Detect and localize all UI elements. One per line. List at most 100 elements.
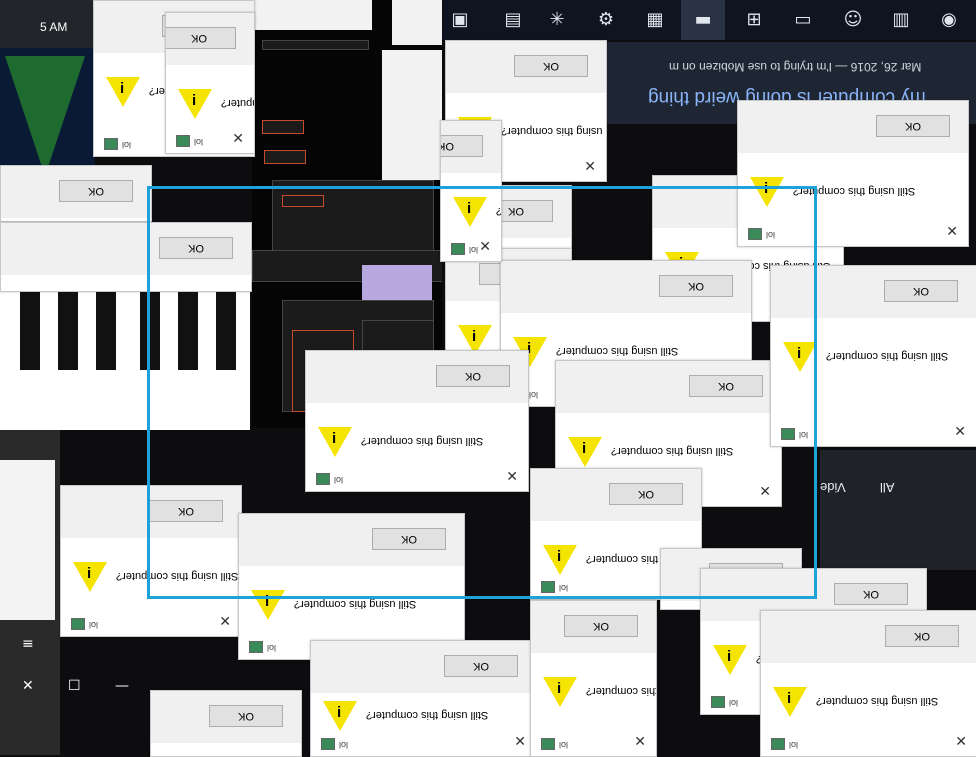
- dialog-button-bar: OK: [1, 223, 251, 275]
- dialog-message: Still using this computer?: [501, 125, 606, 137]
- app-icon: [748, 228, 762, 240]
- ok-button[interactable]: OK: [444, 655, 518, 677]
- app-icon: [104, 138, 118, 150]
- ok-button[interactable]: OK: [659, 275, 733, 297]
- windows-logo-icon[interactable]: ⊞: [742, 8, 766, 32]
- still-using-dialog: OKiStill using this computer?✕lol: [760, 610, 976, 757]
- ok-button[interactable]: OK: [159, 237, 233, 259]
- app-icon: [781, 428, 795, 440]
- disk-icon[interactable]: ▤: [501, 8, 525, 32]
- dialog-title: lol: [339, 740, 349, 750]
- dialog-message: Still using this computer?: [361, 435, 484, 447]
- dialog-title: lol: [334, 475, 344, 485]
- dialog-button-bar: OK: [556, 361, 781, 413]
- dialog-message: Still using this computer?: [826, 350, 949, 362]
- close-icon[interactable]: ✕: [479, 239, 491, 255]
- ok-button[interactable]: OK: [441, 135, 483, 157]
- ok-button[interactable]: OK: [564, 615, 638, 637]
- still-using-dialog: OK i Still using this computer? ✕ lol: [737, 100, 969, 247]
- close-icon[interactable]: ✕: [946, 224, 958, 240]
- still-using-dialog: OK: [0, 222, 252, 292]
- still-using-dialog: OK: [0, 165, 152, 222]
- search-snippet: Mar 26, 2016 — I'm trying to use Mobizen…: [668, 60, 921, 74]
- app-icon: [541, 738, 555, 750]
- asterisk-icon[interactable]: ✳: [545, 8, 569, 32]
- close-icon[interactable]: ✕: [759, 484, 771, 500]
- person-icon[interactable]: ☺: [841, 8, 865, 32]
- dialog-button-bar: OK: [771, 266, 976, 318]
- video-search-panel: All Vide: [820, 450, 976, 570]
- chrome-icon[interactable]: ◉: [937, 8, 961, 32]
- warning-icon: i: [453, 197, 487, 227]
- piano-keys-image: [0, 290, 250, 430]
- dialog-message: Still using this computer?: [793, 185, 916, 197]
- dialog-title: lol: [799, 430, 809, 440]
- close-icon[interactable]: ✕: [506, 469, 518, 485]
- still-using-dialog: OKiStill using this computer?✕lol: [530, 600, 657, 757]
- tablet-icon[interactable]: ▭: [791, 8, 815, 32]
- warning-icon: i: [543, 545, 577, 575]
- save-icon[interactable]: ▥: [889, 8, 913, 32]
- close-icon[interactable]: ✕: [514, 734, 526, 750]
- ok-button[interactable]: OK: [876, 115, 950, 137]
- close-icon[interactable]: ✕: [955, 734, 967, 750]
- tab-videos[interactable]: Vide: [820, 480, 846, 495]
- close-icon[interactable]: ✕: [634, 734, 646, 750]
- menu-icon[interactable]: ≡: [22, 636, 34, 652]
- close-icon[interactable]: ✕: [22, 678, 34, 694]
- still-using-dialog: OKiStill using this computer?✕lol: [440, 120, 502, 262]
- dialog-title: lol: [89, 620, 99, 630]
- dialog-message: Still using this computer?: [816, 695, 939, 707]
- dialog-button-bar: OK: [531, 469, 701, 521]
- warning-icon: i: [323, 701, 357, 731]
- ok-button[interactable]: OK: [149, 500, 223, 522]
- still-using-dialog: OKiStill using this computer?✕lol: [238, 513, 465, 660]
- close-icon[interactable]: ✕: [232, 131, 244, 147]
- dialog-button-bar: OK: [166, 13, 254, 65]
- dialog-message: Still using this computer?: [366, 709, 489, 721]
- ok-button[interactable]: OK: [689, 375, 763, 397]
- window-icon[interactable]: ▣: [448, 8, 472, 32]
- warning-icon: i: [750, 177, 784, 207]
- dialog-message: Still using this computer?: [611, 445, 734, 457]
- ok-button[interactable]: OK: [436, 365, 510, 387]
- dialog-button-bar: OK: [531, 601, 656, 653]
- close-icon[interactable]: ✕: [584, 159, 596, 175]
- printer-icon[interactable]: ▦: [643, 8, 667, 32]
- dialog-message: Still using this computer?: [116, 570, 239, 582]
- ok-button[interactable]: OK: [209, 705, 283, 727]
- still-using-dialog: OK i Still using this computer? ✕ lol: [60, 485, 242, 637]
- maximize-icon[interactable]: ☐: [68, 678, 81, 694]
- taskbar: ▣ ▤ ✳ ⚙ ▦ ▬ ⊞ ▭ ☺ ▥ ◉: [443, 0, 976, 40]
- warning-icon: i: [773, 687, 807, 717]
- dialog-message: Still using this computer?: [294, 598, 417, 610]
- gear-icon[interactable]: ⚙: [594, 8, 618, 32]
- ok-button[interactable]: OK: [885, 625, 959, 647]
- dialog-title: lol: [267, 643, 277, 653]
- warning-icon: i: [73, 562, 107, 592]
- minimize-icon[interactable]: —: [115, 678, 129, 694]
- dialog-title: lol: [469, 245, 479, 255]
- blue-window-icon[interactable]: ▬: [681, 0, 725, 40]
- warning-icon: i: [713, 645, 747, 675]
- dialog-button-bar: OK: [501, 261, 751, 313]
- ok-button[interactable]: OK: [166, 27, 236, 49]
- tab-all[interactable]: All: [880, 480, 894, 495]
- close-icon[interactable]: ✕: [954, 424, 966, 440]
- dialog-button-bar: OK: [306, 351, 528, 403]
- warning-icon: i: [178, 89, 212, 119]
- close-icon[interactable]: ✕: [219, 614, 231, 630]
- ok-button[interactable]: OK: [609, 483, 683, 505]
- warning-icon: i: [568, 437, 602, 467]
- app-icon: [176, 135, 190, 147]
- still-using-dialog: OK: [150, 690, 302, 757]
- warning-icon: i: [106, 77, 140, 107]
- ok-button[interactable]: OK: [884, 280, 958, 302]
- ok-button[interactable]: OK: [834, 583, 908, 605]
- ok-button[interactable]: OK: [59, 180, 133, 202]
- ok-button[interactable]: OK: [372, 528, 446, 550]
- ok-button[interactable]: OK: [514, 55, 588, 77]
- dialog-title: lol: [766, 230, 776, 240]
- dialog-message: Still using this computer?: [221, 97, 254, 109]
- dialog-title: lol: [729, 698, 739, 708]
